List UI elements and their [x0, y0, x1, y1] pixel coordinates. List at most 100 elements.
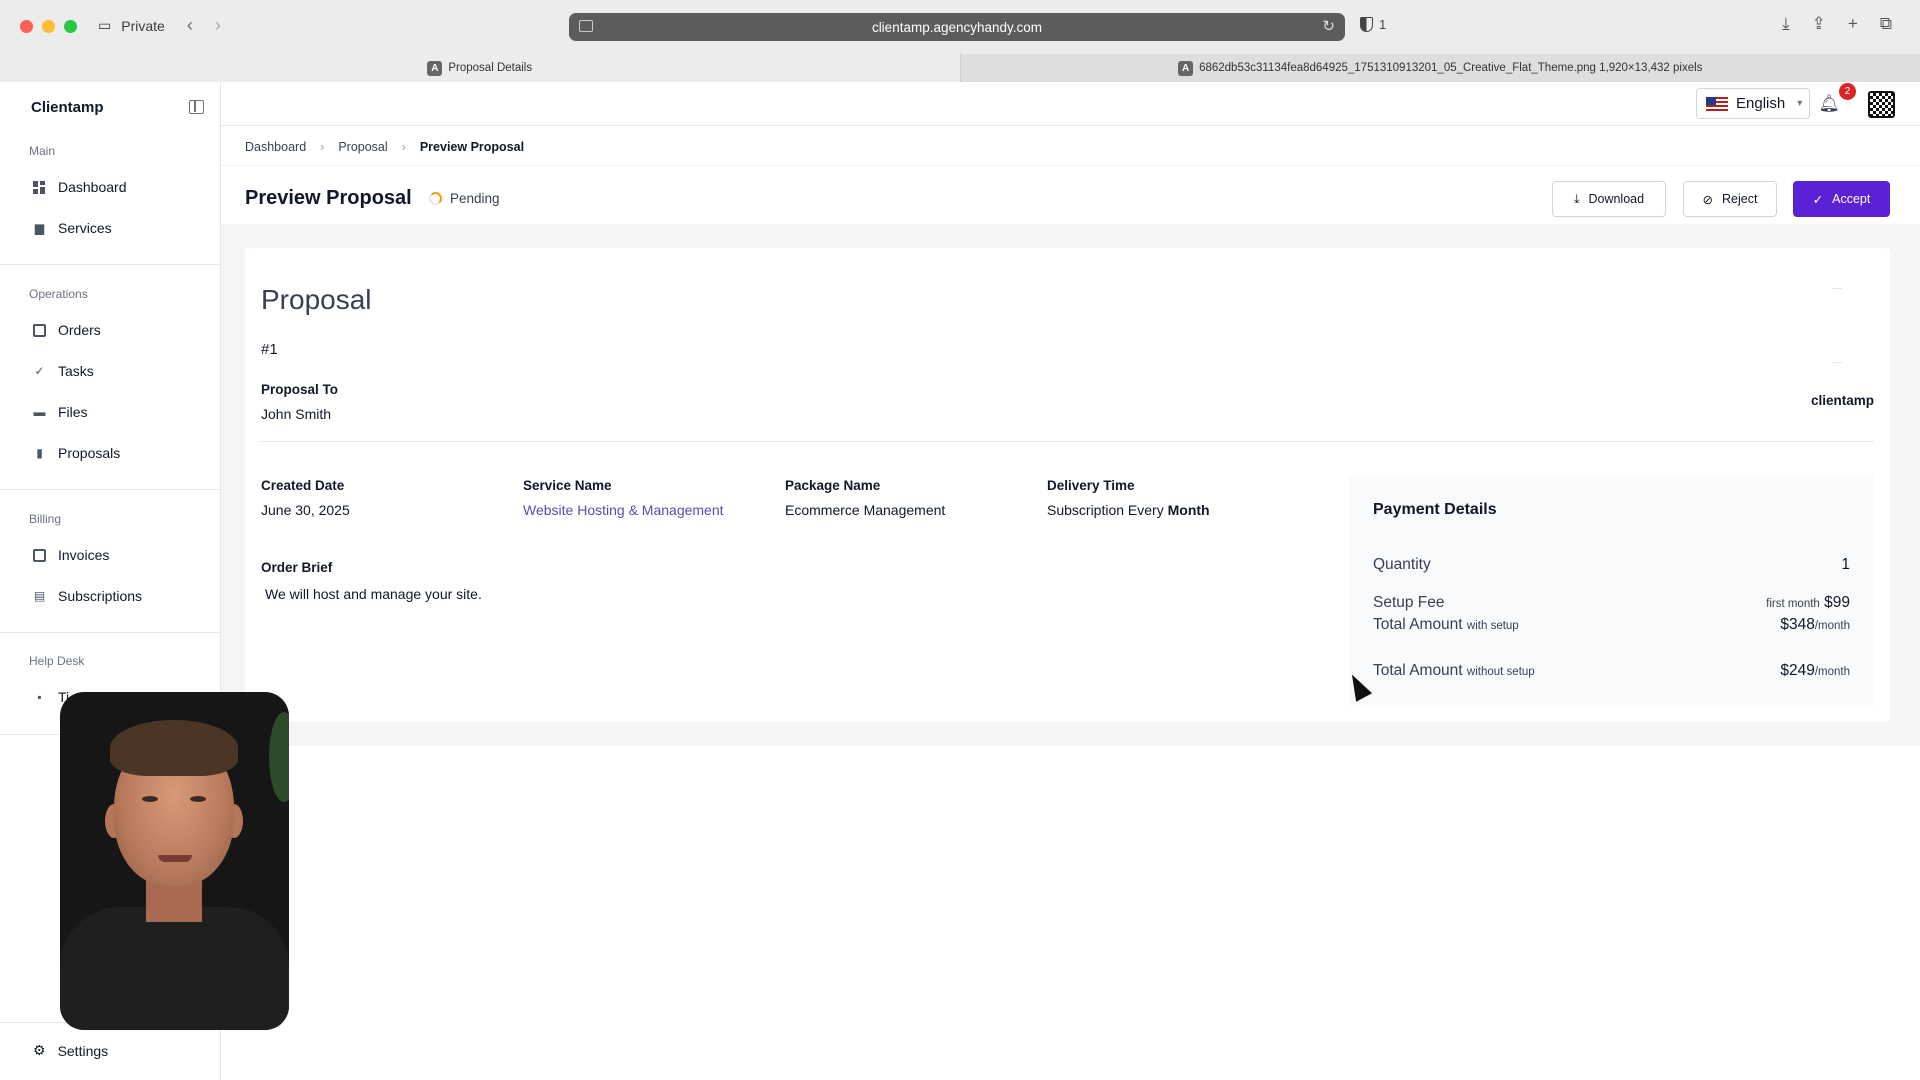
- status-badge: Pending: [429, 191, 500, 206]
- per-month-label: /month: [1814, 620, 1850, 632]
- divider: [261, 441, 1874, 442]
- app-header: English ▾ 🔔︎ 2: [221, 82, 1920, 126]
- reload-icon[interactable]: ↻: [1322, 17, 1335, 35]
- chevron-right-icon: ›: [320, 140, 325, 154]
- minimize-window-button[interactable]: [42, 20, 55, 33]
- us-flag-icon: [1706, 96, 1728, 111]
- quantity-value: 1: [1841, 556, 1850, 573]
- sidebar-item-label: Proposals: [58, 445, 121, 461]
- folder-icon: ▬: [33, 404, 46, 419]
- favicon-icon: A: [427, 60, 443, 76]
- language-select[interactable]: English ▾: [1696, 88, 1810, 119]
- subscription-icon: ▤: [33, 588, 46, 603]
- reject-label: Reject: [1722, 192, 1758, 206]
- accept-button[interactable]: ✓ Accept: [1793, 181, 1890, 217]
- back-arrow-icon[interactable]: ‹: [187, 15, 193, 36]
- webcam-overlay: [60, 692, 289, 1030]
- sidebar-item-label: Dashboard: [58, 179, 127, 195]
- share-icon[interactable]: ⇪: [1812, 14, 1826, 34]
- language-label: English: [1736, 95, 1786, 112]
- sidebar-item-label: Subscriptions: [58, 588, 143, 604]
- payment-details-title: Payment Details: [1373, 501, 1497, 518]
- download-icon: ⤓: [1573, 191, 1580, 206]
- breadcrumb-proposal[interactable]: Proposal: [338, 140, 387, 154]
- new-tab-icon[interactable]: +: [1848, 14, 1858, 34]
- sidebar-item-label: Orders: [58, 322, 101, 338]
- shield-count: 1: [1379, 17, 1387, 32]
- collapse-sidebar-icon[interactable]: [189, 100, 204, 114]
- invoice-icon: [33, 548, 46, 562]
- privacy-shield[interactable]: 1: [1360, 17, 1386, 32]
- forward-arrow-icon[interactable]: ›: [215, 15, 221, 36]
- sidebar-item-proposals[interactable]: ▮ Proposals: [33, 445, 120, 461]
- presenter-eye: [190, 796, 206, 802]
- total-with-setup-row: Total Amount with setup $348/month: [1373, 616, 1850, 634]
- presenter-eye: [142, 796, 158, 802]
- section-main: Main: [29, 144, 56, 158]
- company-logo: [1794, 288, 1874, 363]
- section-operations: Operations: [29, 287, 88, 301]
- total-without-setup-row: Total Amount without setup $249/month: [1373, 662, 1850, 680]
- sidebar-item-orders[interactable]: Orders: [33, 322, 101, 338]
- breadcrumb: Dashboard › Proposal › Preview Proposal: [245, 140, 524, 154]
- pending-spinner-icon: [429, 192, 442, 205]
- tab-proposal-details[interactable]: A Proposal Details: [0, 54, 960, 82]
- payment-details: Payment Details Quantity 1 Setup Fee fir…: [1349, 475, 1874, 705]
- shield-icon: [1360, 17, 1373, 32]
- download-label: Download: [1588, 192, 1645, 206]
- download-button[interactable]: ⤓ Download: [1552, 181, 1666, 217]
- chevron-right-icon: ›: [401, 140, 406, 154]
- divider: [0, 264, 221, 265]
- maximize-window-button[interactable]: [64, 20, 77, 33]
- sidebar-item-tasks[interactable]: ✓ Tasks: [33, 363, 93, 379]
- sidebar-item-dashboard[interactable]: Dashboard: [33, 179, 127, 195]
- brand-name: Clientamp: [31, 99, 104, 116]
- reject-button[interactable]: ⊘ Reject: [1683, 181, 1777, 217]
- check-circle-icon: ✓: [34, 363, 45, 378]
- bell-icon[interactable]: 🔔︎: [1818, 94, 1840, 114]
- sidebar-item-files[interactable]: ▬ Files: [33, 404, 88, 420]
- delivery-time-label: Delivery Time: [1047, 478, 1135, 493]
- private-label: Private: [121, 17, 165, 34]
- setup-fee-value: $99: [1824, 594, 1850, 611]
- total-without-value: $249: [1780, 662, 1815, 679]
- created-date-value: June 30, 2025: [261, 502, 350, 518]
- total-with-note: with setup: [1466, 620, 1519, 632]
- browser-actions: ⤓ ⇪ + ⧉: [1782, 14, 1892, 34]
- ticket-icon: ▪: [37, 689, 42, 704]
- url-text: clientamp.agencyhandy.com: [871, 19, 1043, 35]
- tab-label: Proposal Details: [448, 62, 533, 74]
- proposal-to-label: Proposal To: [261, 382, 339, 397]
- sidebar-toggle-icon[interactable]: ▭: [98, 17, 111, 34]
- sidebar-item-subscriptions[interactable]: ▤ Subscriptions: [33, 588, 142, 604]
- notification-badge: 2: [1839, 83, 1856, 100]
- tab-label: 6862db53c31134fea8d64925_1751310913201_0…: [1199, 62, 1703, 74]
- per-month-label: /month: [1814, 666, 1850, 678]
- avatar[interactable]: [1868, 91, 1895, 118]
- sidebar-item-label: Services: [58, 220, 112, 236]
- breadcrumb-dashboard[interactable]: Dashboard: [245, 140, 306, 154]
- window-controls: [20, 20, 77, 33]
- company-name: clientamp: [1810, 393, 1874, 408]
- browser-chrome: ▭ Private ‹ › clientamp.agencyhandy.com …: [0, 0, 1920, 82]
- presenter-hair: [110, 720, 238, 776]
- tab-overview-icon[interactable]: ⧉: [1880, 14, 1892, 34]
- close-window-button[interactable]: [20, 20, 33, 33]
- total-with-label: Total Amount: [1373, 616, 1463, 633]
- package-name-label: Package Name: [785, 478, 881, 493]
- sidebar-item-services[interactable]: ▆ Services: [33, 220, 112, 236]
- order-brief-label: Order Brief: [261, 560, 333, 575]
- download-arrow-icon[interactable]: ⤓: [1782, 14, 1790, 34]
- address-bar[interactable]: clientamp.agencyhandy.com ↻: [569, 13, 1345, 41]
- ban-icon: ⊘: [1702, 192, 1714, 207]
- sidebar-item-invoices[interactable]: Invoices: [33, 547, 109, 563]
- tab-image[interactable]: A 6862db53c31134fea8d64925_1751310913201…: [959, 54, 1920, 82]
- dashboard-icon: [33, 180, 46, 194]
- service-name-link[interactable]: Website Hosting & Management: [523, 502, 724, 518]
- status-label: Pending: [450, 191, 500, 206]
- sidebar-item-settings[interactable]: ⚙ Settings: [33, 1042, 108, 1059]
- page-settings-icon[interactable]: [579, 20, 593, 32]
- created-date-label: Created Date: [261, 478, 345, 493]
- breadcrumb-current: Preview Proposal: [419, 140, 525, 154]
- accept-label: Accept: [1832, 192, 1871, 206]
